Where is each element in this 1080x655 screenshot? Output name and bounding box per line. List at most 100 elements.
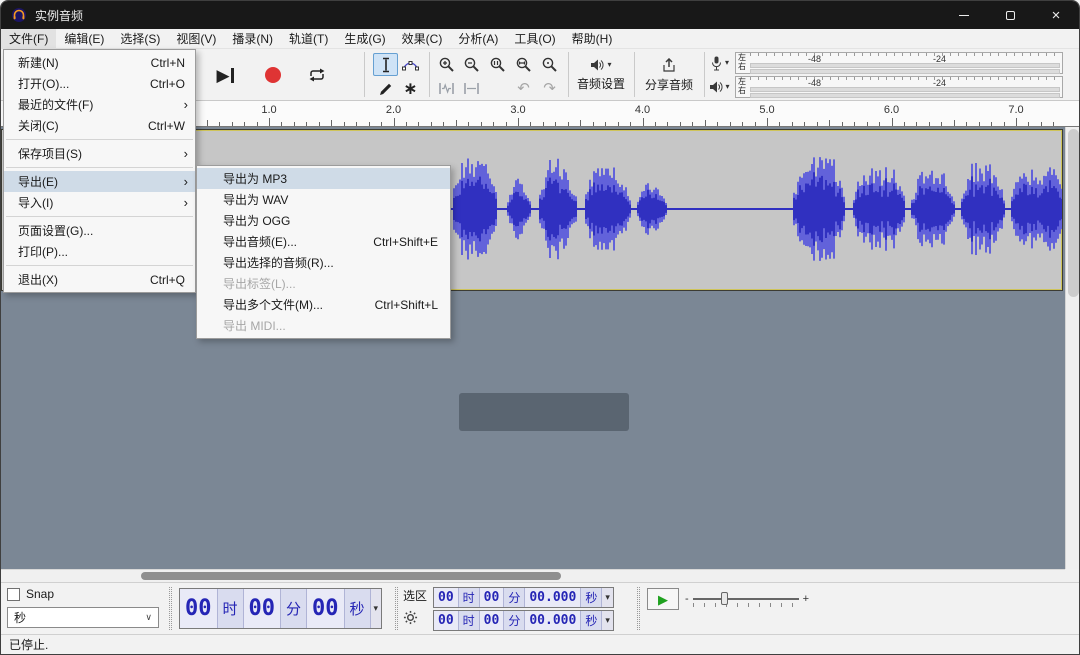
menu-item-label: 导出为 WAV bbox=[223, 191, 288, 208]
scrollbar-corner bbox=[1065, 569, 1080, 582]
ruler-tick bbox=[941, 122, 942, 126]
selection-start-display[interactable]: 00时00分00.000秒▾ bbox=[433, 587, 614, 608]
menubar-item[interactable]: 选择(S) bbox=[112, 29, 168, 48]
file-menu-item[interactable]: 退出(X)Ctrl+Q bbox=[4, 269, 195, 290]
maximize-button[interactable] bbox=[987, 1, 1033, 29]
export-menu-item[interactable]: 导出为 OGG bbox=[197, 210, 450, 231]
record-button[interactable] bbox=[253, 55, 293, 95]
selection-tool-button[interactable] bbox=[373, 53, 398, 76]
zoom-fit-button[interactable] bbox=[511, 53, 536, 76]
snap-label: Snap bbox=[26, 587, 54, 601]
zoom-selection-button[interactable] bbox=[485, 53, 510, 76]
envelope-tool-button[interactable] bbox=[398, 53, 423, 76]
menubar-item[interactable]: 效果(C) bbox=[394, 29, 451, 48]
multi-tool-button[interactable]: ∗ bbox=[398, 77, 423, 100]
export-menu-item[interactable]: 导出音频(E)...Ctrl+Shift+E bbox=[197, 231, 450, 252]
file-menu-item[interactable]: 最近的文件(F)› bbox=[4, 94, 195, 115]
time-digit-segment[interactable]: 00.000 bbox=[525, 588, 581, 607]
menubar-item[interactable]: 视图(V) bbox=[168, 29, 224, 48]
time-digit-segment[interactable]: 00 bbox=[434, 611, 459, 630]
playback-meter-bars[interactable]: 左右 -48 -24 bbox=[735, 76, 1063, 98]
snap-checkbox[interactable] bbox=[7, 588, 20, 601]
time-digit-segment[interactable]: 00.000 bbox=[525, 611, 581, 630]
vscroll-thumb[interactable] bbox=[1068, 129, 1079, 297]
vertical-scrollbar[interactable] bbox=[1065, 127, 1080, 569]
record-icon bbox=[265, 67, 281, 83]
time-format-dropdown[interactable]: ▾ bbox=[602, 611, 613, 630]
menubar-item[interactable]: 轨道(T) bbox=[281, 29, 336, 48]
menu-item-label: 页面设置(G)... bbox=[18, 222, 93, 239]
recording-meter[interactable]: ▾ 左右 -48 -24 bbox=[707, 52, 1063, 74]
zoom-in-button[interactable] bbox=[434, 53, 459, 76]
share-audio-button[interactable]: 分享音频 bbox=[639, 53, 699, 97]
file-menu-item[interactable]: 打印(P)... bbox=[4, 241, 195, 262]
menu-item-label: 导出为 OGG bbox=[223, 212, 290, 229]
ruler-tick bbox=[991, 122, 992, 126]
menubar-item[interactable]: 分析(A) bbox=[450, 29, 506, 48]
file-menu-item[interactable]: 保存项目(S)› bbox=[4, 143, 195, 164]
horizontal-scrollbar[interactable] bbox=[1, 569, 1065, 582]
close-button[interactable]: × bbox=[1033, 1, 1079, 29]
ruler-tick bbox=[742, 122, 743, 126]
loop-button[interactable] bbox=[297, 55, 337, 95]
draw-tool-button[interactable] bbox=[373, 77, 398, 100]
menubar-item[interactable]: 播录(N) bbox=[224, 29, 281, 48]
time-digit-segment[interactable]: 00 bbox=[307, 589, 345, 628]
play-at-speed-button[interactable]: ▶ bbox=[647, 588, 679, 610]
export-menu-item[interactable]: 导出多个文件(M)...Ctrl+Shift+L bbox=[197, 294, 450, 315]
zoom-toggle-button[interactable] bbox=[537, 53, 562, 76]
menubar-item[interactable]: 帮助(H) bbox=[564, 29, 621, 48]
redo-button[interactable]: ↷ bbox=[537, 77, 562, 100]
snap-unit-select[interactable]: 秒 ∨ bbox=[7, 607, 159, 628]
time-digit-segment[interactable]: 00 bbox=[180, 589, 218, 628]
toolbar-grip[interactable] bbox=[637, 587, 640, 630]
recording-meter-bars[interactable]: 左右 -48 -24 bbox=[735, 52, 1063, 74]
hscroll-thumb[interactable] bbox=[141, 572, 561, 580]
undo-button[interactable]: ↶ bbox=[511, 77, 536, 100]
speed-slider-thumb[interactable] bbox=[721, 592, 728, 605]
file-menu-item[interactable]: 页面设置(G)... bbox=[4, 220, 195, 241]
playback-meter[interactable]: ▾ 左右 -48 -24 bbox=[707, 76, 1063, 98]
menubar-item[interactable]: 生成(G) bbox=[336, 29, 393, 48]
time-format-dropdown[interactable]: ▾ bbox=[371, 589, 382, 628]
time-digit-segment[interactable]: 00 bbox=[244, 589, 282, 628]
time-digit-segment[interactable]: 00 bbox=[480, 588, 505, 607]
file-menu-item[interactable]: 新建(N)Ctrl+N bbox=[4, 52, 195, 73]
menubar-item[interactable]: 编辑(E) bbox=[56, 29, 112, 48]
timeline-label: 3.0 bbox=[510, 104, 525, 116]
menu-item-label: 导出多个文件(M)... bbox=[223, 296, 323, 313]
time-format-dropdown[interactable]: ▾ bbox=[602, 588, 613, 607]
file-menu: 新建(N)Ctrl+N打开(O)...Ctrl+O最近的文件(F)›关闭(C)C… bbox=[3, 49, 196, 293]
zoom-out-button[interactable] bbox=[459, 53, 484, 76]
toolbar-grip[interactable] bbox=[395, 587, 398, 630]
toolbar-separator bbox=[704, 52, 705, 97]
silence-audio-button[interactable] bbox=[459, 77, 484, 100]
menubar-item[interactable]: 文件(F) bbox=[1, 29, 56, 48]
selection-settings-gear-icon[interactable] bbox=[403, 610, 431, 628]
statusbar: 已停止. bbox=[1, 634, 1079, 654]
playback-speed-slider[interactable]: - + bbox=[685, 588, 809, 610]
file-menu-item[interactable]: 打开(O)...Ctrl+O bbox=[4, 73, 195, 94]
trim-audio-button[interactable] bbox=[434, 77, 459, 100]
skip-to-end-button[interactable]: ▶ bbox=[205, 55, 245, 95]
export-menu-item[interactable]: 导出为 WAV bbox=[197, 189, 450, 210]
time-digit-segment[interactable]: 00 bbox=[480, 611, 505, 630]
minimize-button[interactable] bbox=[941, 1, 987, 29]
audio-setup-button[interactable]: ▾ 音频设置 bbox=[573, 53, 629, 97]
file-menu-item[interactable]: 导出(E)› bbox=[4, 171, 195, 192]
selection-end-display[interactable]: 00时00分00.000秒▾ bbox=[433, 610, 614, 631]
ruler-tick bbox=[593, 122, 594, 126]
menubar-item[interactable]: 工具(O) bbox=[506, 29, 563, 48]
audio-position-display[interactable]: 00时00分00秒 ▾ bbox=[179, 588, 382, 629]
toolbar-grip[interactable] bbox=[169, 587, 172, 630]
time-digit-segment[interactable]: 00 bbox=[434, 588, 459, 607]
export-menu-item[interactable]: 导出选择的音频(R)... bbox=[197, 252, 450, 273]
export-menu-item[interactable]: 导出为 MP3 bbox=[197, 168, 450, 189]
file-menu-item[interactable]: 导入(I)› bbox=[4, 192, 195, 213]
ruler-tick bbox=[705, 120, 706, 126]
minimize-icon bbox=[959, 15, 969, 16]
ruler-tick bbox=[954, 120, 955, 126]
ruler-tick bbox=[1041, 122, 1042, 126]
time-unit-segment: 秒 bbox=[581, 611, 602, 630]
file-menu-item[interactable]: 关闭(C)Ctrl+W bbox=[4, 115, 195, 136]
